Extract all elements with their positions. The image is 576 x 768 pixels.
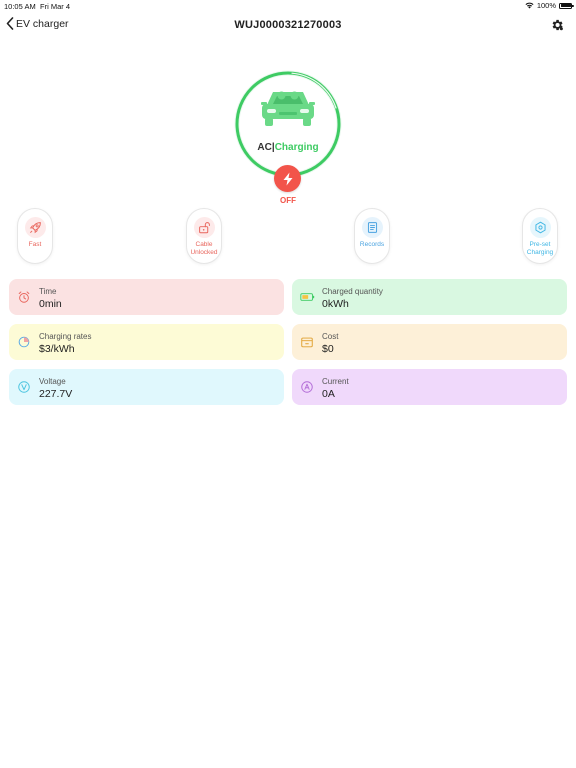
time-card: Time 0min [9,279,284,315]
fast-label: Fast [28,241,42,248]
wallet-icon [299,334,315,350]
voltage-icon [16,379,32,395]
cost-label: Cost [322,332,339,341]
pie-chart-icon [16,334,32,350]
mode-ac-label: AC [257,142,272,153]
voltage-value: 227.7V [39,388,73,400]
records-button[interactable]: Records [354,208,390,264]
lightning-icon [283,172,292,185]
cable-unlocked-label: Cable Unlocked [181,241,227,257]
status-date: Fri Mar 4 [40,2,70,11]
charging-rates-value: $3/kWh [39,343,75,355]
cable-label-line: Cable Unlocked [190,241,218,256]
time-label: Time [39,287,57,296]
current-card: Current 0A [292,369,567,405]
battery-icon [559,2,574,9]
power-state-label: OFF [280,196,296,205]
current-value: 0A [322,388,335,400]
charged-quantity-value: 0kWh [322,298,349,310]
cost-value: $0 [322,343,334,355]
charging-status-ring: AC|Charging [232,68,344,180]
alarm-clock-icon [16,289,32,305]
status-bar: 10:05 AM Fri Mar 4 100% [0,0,576,12]
nav-bar: EV charger WUJ0000321270003 [0,14,576,38]
settings-button[interactable] [550,18,564,37]
unlocked-icon [194,217,215,238]
preset-icon [530,217,551,238]
cable-lock-button[interactable]: Cable Unlocked [186,208,222,264]
rocket-icon [25,217,46,238]
fast-charge-button[interactable]: Fast [17,208,53,264]
charged-quantity-card: Charged quantity 0kWh [292,279,567,315]
status-right: 100% [525,1,574,10]
cost-card: Cost $0 [292,324,567,360]
wifi-icon [525,2,534,9]
power-toggle-button[interactable] [274,165,301,192]
records-label: Records [359,241,385,248]
records-icon [362,217,383,238]
charged-quantity-label: Charged quantity [322,287,383,296]
car-icon [261,91,315,126]
voltage-label: Voltage [39,377,66,386]
preset-charging-label: Pre-set Charging [517,241,563,257]
status-time: 10:05 AM [4,2,36,11]
preset-charging-button[interactable]: Pre-set Charging [522,208,558,264]
time-value: 0min [39,298,62,310]
ampere-icon [299,379,315,395]
charging-mode-text: AC|Charging [232,142,344,153]
battery-percent: 100% [536,1,556,10]
charging-status-label: Charging [274,142,319,153]
page-title: WUJ0000321270003 [234,19,342,31]
charging-rates-label: Charging rates [39,332,92,341]
gear-icon [552,19,563,31]
voltage-card: Voltage 227.7V [9,369,284,405]
charging-rates-card: Charging rates $3/kWh [9,324,284,360]
preset-label-line: Pre-set Charging [526,241,554,256]
battery-charge-icon [299,289,315,305]
current-label: Current [322,377,349,386]
